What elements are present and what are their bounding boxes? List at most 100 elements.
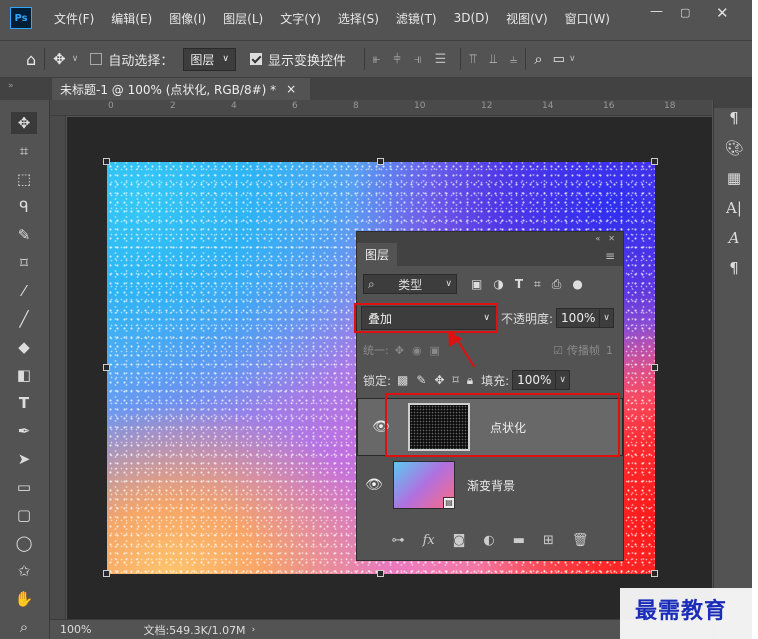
chevron-down-icon[interactable]: ∨ (556, 370, 571, 390)
transform-handle[interactable] (103, 158, 110, 165)
search-icon[interactable]: ⌕ (534, 50, 542, 68)
menu-view[interactable]: 视图(V) (506, 10, 548, 27)
home-icon[interactable]: ⌂ (26, 50, 36, 69)
align-bottom-icon[interactable]: ⫨ (510, 52, 517, 67)
close-tab-icon[interactable]: × (286, 82, 296, 96)
filter-toggle-icon[interactable]: ● (572, 277, 582, 292)
move-icon[interactable]: ✥ (11, 112, 37, 134)
add-mask-icon[interactable]: ◙ (453, 533, 466, 548)
chevron-down-icon[interactable]: ∨ (569, 54, 576, 64)
workspace-icon[interactable]: ▭ (553, 52, 565, 67)
color-palette-icon[interactable]: 🎨︎ (722, 136, 746, 160)
menu-type[interactable]: 文字(Y) (280, 10, 321, 27)
transform-handle[interactable] (377, 158, 384, 165)
menu-layer[interactable]: 图层(L) (223, 10, 263, 27)
minimize-icon[interactable]: — (650, 4, 663, 19)
restore-icon[interactable]: ▢ (680, 6, 690, 19)
document-info[interactable]: 文档:549.3K/1.07M (143, 622, 245, 638)
align-right-icon[interactable]: ⫣ (414, 52, 422, 67)
filter-shape-icon[interactable]: ⌗ (534, 277, 541, 292)
lock-transparent-icon[interactable]: ▩ (397, 373, 408, 387)
hand-icon[interactable]: ✋ (11, 588, 37, 610)
panel-menu-icon[interactable]: ≡ (597, 246, 623, 266)
filter-pixel-icon[interactable]: ▣ (471, 277, 482, 292)
close-panel-icon[interactable]: ✕ (608, 234, 615, 243)
chevron-down-icon[interactable]: ∨ (600, 308, 615, 328)
fx-icon[interactable]: fx (423, 533, 435, 548)
align-center-icon[interactable]: ⫩ (393, 52, 400, 67)
transform-handle[interactable] (651, 364, 658, 371)
type-icon[interactable]: T (11, 392, 37, 414)
move-tool-icon[interactable]: ✥ (53, 50, 66, 68)
zoom-level[interactable]: 100% (60, 623, 91, 636)
eye-icon[interactable]: 👁︎ (357, 477, 391, 493)
lasso-icon[interactable]: ᑫ (11, 196, 37, 218)
tab-layers[interactable]: 图层 (357, 243, 398, 266)
menu-select[interactable]: 选择(S) (338, 10, 379, 27)
transform-handle[interactable] (103, 364, 110, 371)
lock-image-icon[interactable]: ✎ (416, 373, 426, 387)
character-icon[interactable]: A| (722, 196, 746, 220)
paragraph-icon[interactable]: ¶ (722, 256, 746, 280)
chevron-down-icon[interactable]: ∨ (72, 54, 79, 64)
character-paragraph-icon[interactable]: ¶ (722, 106, 746, 130)
eyedropper-icon[interactable]: ⁄ (11, 280, 37, 302)
distribute-icon[interactable]: ☰ (435, 52, 447, 67)
delete-layer-icon[interactable]: 🗑︎ (572, 533, 589, 548)
crop-icon[interactable]: ⌑ (11, 252, 37, 274)
filter-adjustment-icon[interactable]: ◑ (493, 277, 503, 292)
lock-artboard-icon[interactable]: ⌑ (453, 373, 459, 387)
marquee-icon[interactable]: ⬚ (11, 168, 37, 190)
propagate-checkbox-icon[interactable]: ☑ (553, 344, 563, 357)
custom-shape-icon[interactable]: ✩ (11, 560, 37, 582)
align-middle-icon[interactable]: ⫫ (490, 52, 497, 67)
transform-handle[interactable] (651, 158, 658, 165)
transform-handle[interactable] (651, 570, 658, 577)
unify-position-icon[interactable]: ✥ (395, 344, 404, 357)
opacity-input[interactable]: 100% (556, 308, 601, 328)
brush-icon[interactable]: ╱ (11, 308, 37, 330)
new-group-icon[interactable]: ▬ (513, 533, 525, 548)
show-transform-checkbox[interactable]: 显示变换控件 (249, 50, 346, 69)
transform-handle[interactable] (377, 570, 384, 577)
close-icon[interactable]: ✕ (716, 4, 729, 22)
auto-select-target-dropdown[interactable]: 图层 ∨ (183, 47, 236, 71)
menu-edit[interactable]: 编辑(E) (111, 10, 152, 27)
menu-file[interactable]: 文件(F) (54, 10, 94, 27)
collapse-icon[interactable]: « (595, 234, 600, 243)
layer-filter-dropdown[interactable]: ⌕ 类型 ∨ (363, 274, 457, 294)
ellipse-icon[interactable]: ◯ (11, 532, 37, 554)
pen-icon[interactable]: ✒ (11, 420, 37, 442)
zoom-icon[interactable]: ⌕ (11, 616, 37, 638)
filter-smart-object-icon[interactable]: ⎙ (552, 277, 562, 292)
collapse-panel-icon[interactable]: » (8, 81, 14, 91)
filter-type-icon[interactable]: T (515, 277, 523, 292)
gradient-icon[interactable]: ◧ (11, 364, 37, 386)
menu-3d[interactable]: 3D(D) (454, 11, 489, 25)
rectangle-icon[interactable]: ▭ (11, 476, 37, 498)
rounded-rect-icon[interactable]: ▢ (11, 504, 37, 526)
align-top-icon[interactable]: ⫪ (469, 52, 476, 67)
glyphs-icon[interactable]: A (722, 226, 746, 250)
new-layer-icon[interactable]: ⊞ (543, 533, 554, 548)
fill-input[interactable]: 100% (512, 370, 557, 390)
eraser-icon[interactable]: ◆ (11, 336, 37, 358)
chevron-right-icon[interactable]: › (252, 625, 256, 635)
unify-style-icon[interactable]: ▣ (430, 344, 440, 357)
path-select-icon[interactable]: ➤ (11, 448, 37, 470)
quick-select-icon[interactable]: ✎ (11, 224, 37, 246)
menu-image[interactable]: 图像(I) (169, 10, 206, 27)
link-layers-icon[interactable]: ⊶ (392, 533, 405, 548)
menu-filter[interactable]: 滤镜(T) (396, 10, 437, 27)
transform-handle[interactable] (103, 570, 110, 577)
layer-row[interactable]: 👁︎ ▤ 渐变背景 (357, 456, 623, 514)
artboard-icon[interactable]: ⌗ (11, 140, 37, 162)
document-tab[interactable]: 未标题-1 @ 100% (点状化, RGB/8#) * × (52, 78, 310, 100)
lock-position-icon[interactable]: ✥ (434, 373, 444, 387)
swatches-grid-icon[interactable]: ▦ (722, 166, 746, 190)
auto-select-checkbox[interactable]: 自动选择： (90, 50, 173, 69)
unify-visibility-icon[interactable]: ◉ (412, 344, 422, 357)
align-left-icon[interactable]: ⫦ (373, 52, 380, 67)
menu-window[interactable]: 窗口(W) (565, 10, 610, 27)
lock-all-icon[interactable]: 🔒︎ (467, 373, 473, 388)
